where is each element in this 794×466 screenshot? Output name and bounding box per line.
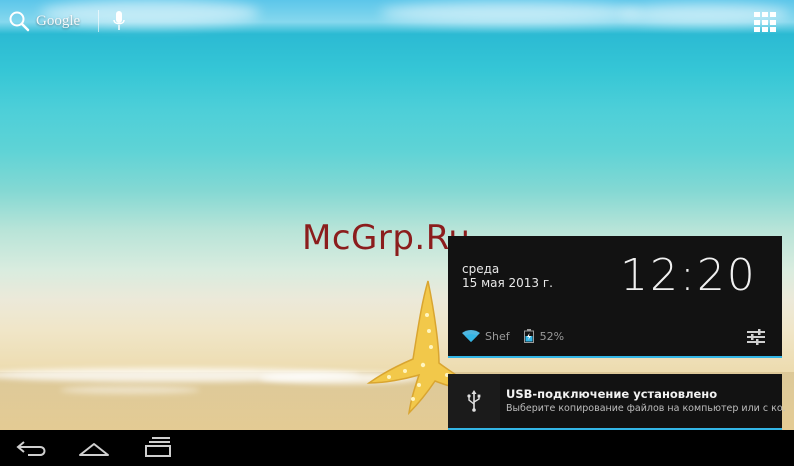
notification-text: Выберите копирование файлов на компьютер… — [506, 403, 786, 414]
search-icon — [9, 11, 30, 32]
weekday-label: среда — [462, 262, 500, 276]
connection-status-row: Shef 52% — [462, 329, 564, 343]
search-divider — [98, 10, 100, 32]
all-apps-grid-icon[interactable] — [754, 12, 776, 32]
google-search-widget[interactable]: Google — [8, 6, 125, 36]
battery-charging-icon — [523, 329, 534, 343]
usb-notification[interactable]: USB-подключение установлено Выберите коп… — [448, 374, 786, 430]
notification-title: USB-подключение установлено — [506, 387, 718, 401]
search-label: Google — [36, 12, 81, 29]
home-icon[interactable] — [76, 436, 112, 460]
wifi-network-name: Shef — [485, 329, 510, 343]
notification-icon-box — [448, 374, 500, 428]
microphone-icon[interactable] — [113, 10, 125, 32]
wallpaper — [0, 0, 794, 430]
recent-apps-icon[interactable] — [140, 436, 176, 460]
cloud — [380, 2, 640, 24]
notification-panel: среда 15 мая 2013 г. 12:20 Shef 52% — [448, 236, 782, 358]
wave-foam — [60, 386, 200, 394]
usb-icon — [467, 390, 481, 412]
date-label: 15 мая 2013 г. — [462, 276, 553, 290]
navigation-bar — [0, 430, 794, 466]
clock-card[interactable]: среда 15 мая 2013 г. 12:20 Shef 52% — [448, 236, 782, 358]
battery-level: 52% — [539, 329, 565, 343]
watermark: McGrp.Ru — [302, 218, 471, 258]
clock-time: 12:20 — [620, 250, 757, 301]
wifi-icon — [462, 330, 480, 342]
settings-sliders-icon[interactable] — [746, 328, 766, 346]
back-icon[interactable] — [14, 436, 50, 460]
